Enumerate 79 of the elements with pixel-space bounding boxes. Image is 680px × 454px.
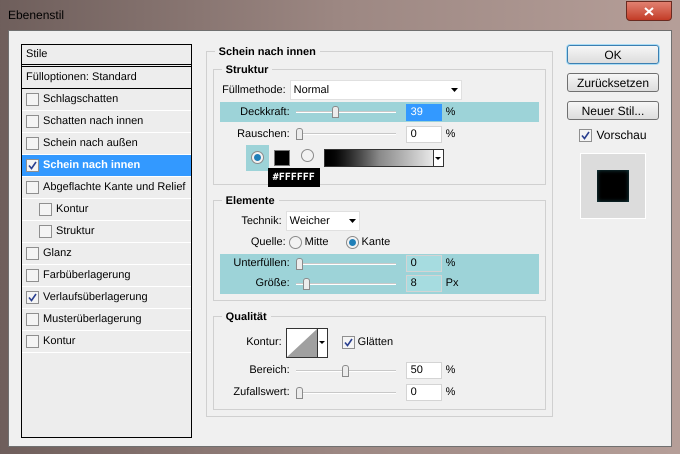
color-swatch[interactable] (274, 150, 290, 166)
slider[interactable] (296, 106, 396, 118)
list-item[interactable]: Fülloptionen: Standard (22, 67, 191, 89)
caret-icon (319, 341, 326, 344)
radio-button[interactable] (288, 236, 302, 249)
field-label: Quelle: (250, 235, 286, 250)
value-field[interactable]: 0 (406, 384, 442, 401)
slider[interactable] (296, 386, 396, 398)
checkbox[interactable] (26, 335, 39, 348)
value-field[interactable]: 50 (406, 362, 442, 379)
close-button[interactable] (626, 1, 672, 21)
list-item[interactable]: Musterüberlagerung (22, 309, 191, 331)
field-label: Zufallswert: (232, 385, 291, 400)
checkbox[interactable] (26, 93, 39, 106)
checkbox[interactable] (26, 137, 39, 150)
checkbox-label: Glätten (358, 335, 394, 350)
field-label: Füllmethode: (221, 82, 287, 98)
checkbox[interactable] (39, 203, 52, 216)
checkbox[interactable] (342, 336, 355, 349)
list-item[interactable]: Glanz (22, 243, 191, 265)
slider[interactable] (296, 258, 396, 270)
checkbox[interactable] (26, 159, 39, 172)
unit-label: % (446, 256, 456, 272)
close-icon (644, 6, 654, 16)
caret-icon (435, 156, 442, 160)
list-item[interactable]: Verlaufsüberlagerung (22, 287, 191, 309)
value-field[interactable]: 0 (406, 126, 442, 142)
checkbox[interactable] (26, 313, 39, 326)
radio-button[interactable] (300, 148, 314, 162)
unit-label: Px (446, 276, 460, 292)
dropdown[interactable]: Normal (290, 80, 462, 100)
contour-picker[interactable] (286, 328, 328, 358)
contour-icon (286, 328, 317, 356)
caret-icon (450, 88, 458, 92)
value-field[interactable]: 8 (406, 275, 442, 292)
slider[interactable] (296, 128, 396, 140)
tooltip: #FFFFFF (268, 168, 320, 187)
list-item[interactable]: Schlagschatten (22, 89, 191, 111)
radio-label: Mitte (304, 235, 329, 250)
dialog-button[interactable]: OK (567, 45, 659, 64)
checkbox[interactable] (26, 181, 39, 194)
gradient-picker[interactable] (324, 149, 444, 167)
dropdown[interactable]: Weicher (286, 211, 360, 231)
unit-label: % (446, 385, 456, 400)
checkbox[interactable] (26, 115, 39, 128)
list-item[interactable]: Schatten nach innen (22, 111, 191, 133)
radio-button[interactable] (346, 236, 359, 249)
field-label: Unterfüllen: (232, 256, 291, 272)
window-title: Ebenenstil (8, 7, 64, 24)
unit-label: % (446, 104, 456, 120)
slider[interactable] (296, 364, 396, 376)
list-item[interactable]: Abgeflachte Kante und Relief (22, 177, 191, 199)
field-label: Größe: (254, 276, 291, 292)
field-label: Kontur: (245, 335, 283, 350)
checkbox[interactable] (26, 269, 39, 282)
field-label: Technik: (240, 214, 283, 229)
caret-icon (348, 219, 356, 223)
checkbox[interactable] (579, 128, 592, 142)
list-header: Stile (22, 45, 191, 67)
list-item[interactable]: Kontur (22, 331, 191, 353)
radio-button[interactable] (250, 150, 264, 164)
field-label: Bereich: (248, 363, 291, 378)
list-item[interactable]: Kontur (22, 199, 191, 221)
field-label: Deckkraft: (239, 104, 291, 120)
list-item[interactable]: Farbüberlagerung (22, 265, 191, 287)
dialog-button[interactable]: Zurücksetzen (567, 73, 659, 92)
slider[interactable] (296, 278, 396, 290)
field-label: Rauschen: (236, 126, 291, 142)
checkbox[interactable] (26, 291, 39, 304)
value-field[interactable]: 0 (406, 255, 442, 272)
dialog-button[interactable]: Neuer Stil... (567, 101, 659, 120)
list-item[interactable]: Struktur (22, 221, 191, 243)
radio-label: Kante (362, 235, 390, 250)
unit-label: % (446, 363, 456, 378)
checkbox-label: Vorschau (596, 127, 647, 144)
unit-label: % (446, 126, 456, 142)
style-preview (580, 153, 646, 219)
checkbox[interactable] (39, 225, 52, 238)
checkbox[interactable] (26, 247, 39, 260)
